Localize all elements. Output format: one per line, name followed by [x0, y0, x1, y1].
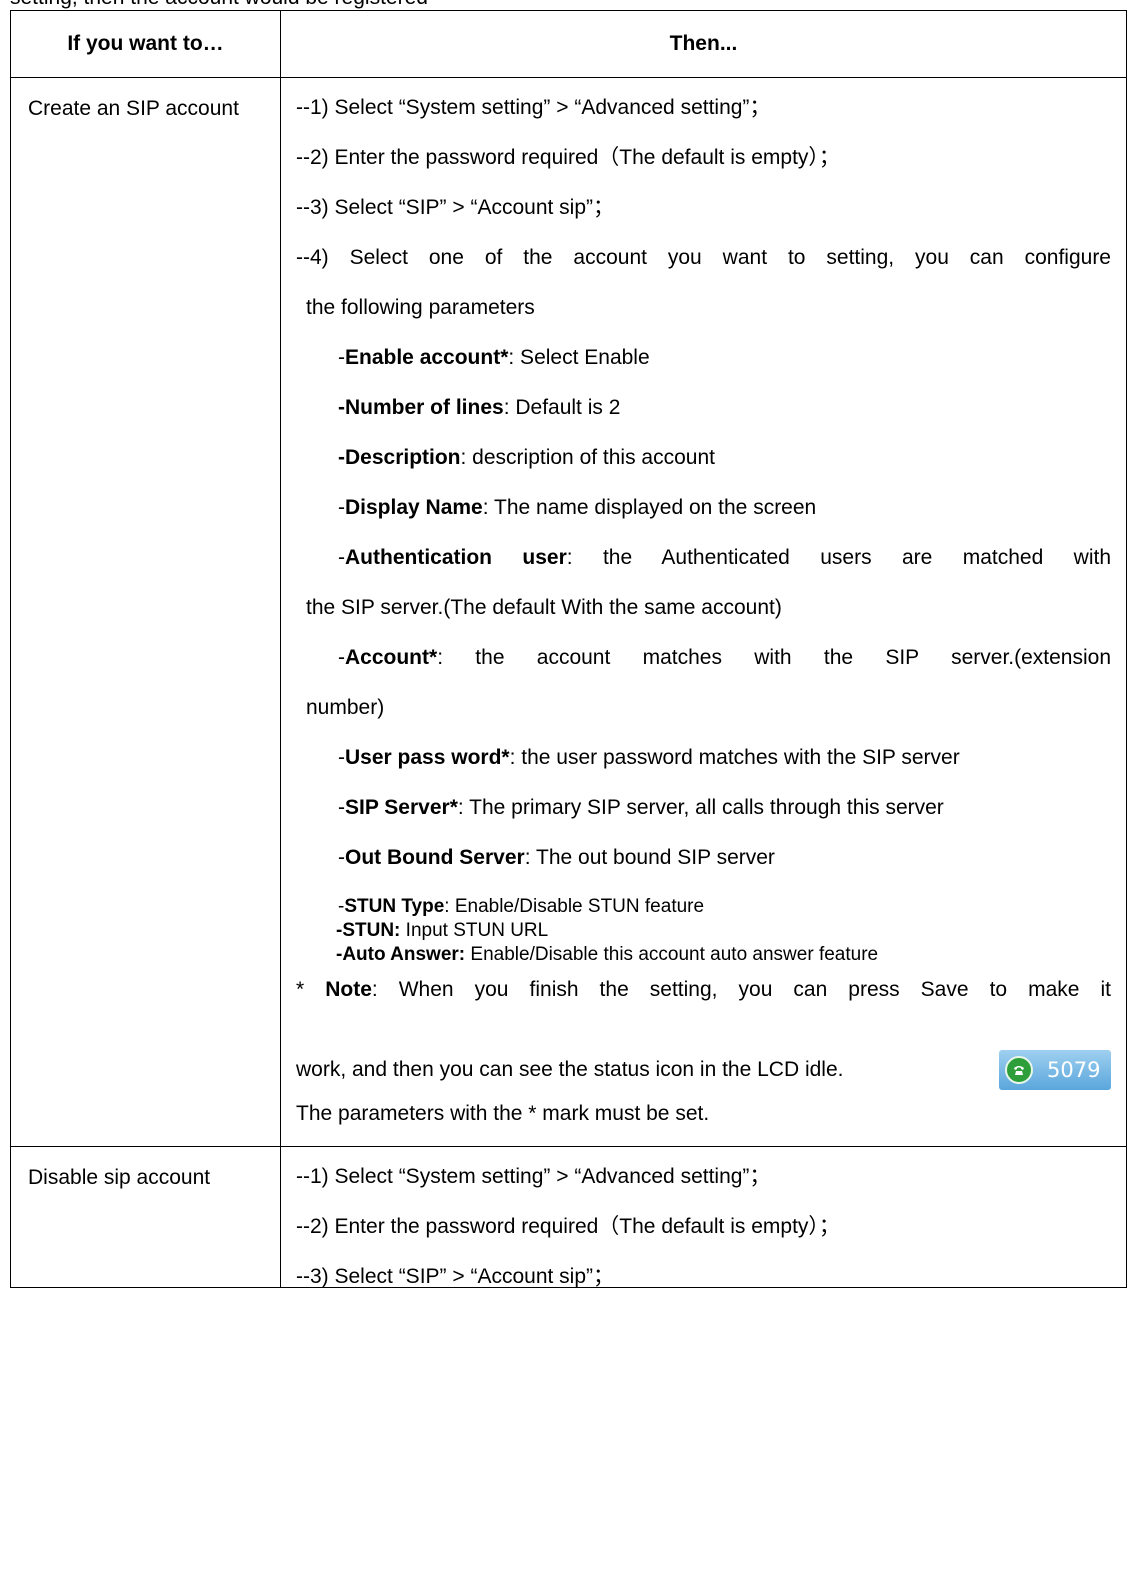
- step-line-continued: the following parameters: [306, 296, 535, 319]
- param-name: STUN Type: [344, 896, 445, 917]
- phone-icon: [1005, 1056, 1033, 1084]
- note-line: The parameters with the * mark must be s…: [296, 1102, 710, 1125]
- row-action-cell: Create an SIP account: [10, 77, 281, 1147]
- param-name: Out Bound Server: [345, 846, 525, 869]
- lcd-status-indicator: 5079: [999, 1050, 1111, 1090]
- param-name: -Number of lines: [338, 396, 504, 419]
- param-line: -STUN: Input STUN URL: [336, 920, 549, 941]
- row-steps-cell: --1) Select “System setting” > “Advanced…: [280, 1146, 1127, 1288]
- param-line-continued: the SIP server.(The default With the sam…: [306, 596, 782, 619]
- status-account-number: 5079: [1047, 1058, 1101, 1082]
- note-label: Note: [325, 978, 372, 1001]
- table-row: Disable sip account --1) Select “System …: [10, 1146, 1127, 1288]
- param-line: -Display Name: The name displayed on the…: [338, 496, 817, 519]
- row-action-cell: Disable sip account: [10, 1146, 281, 1288]
- param-name: Authentication user: [345, 546, 567, 569]
- note-line: * Note: When you finish the setting, you…: [296, 978, 1111, 1001]
- param-line: -Description: description of this accoun…: [338, 446, 715, 469]
- param-line: -Out Bound Server: The out bound SIP ser…: [338, 846, 775, 869]
- param-line-continued: number): [306, 696, 385, 719]
- instruction-table: If you want to… Then... Create an SIP ac…: [10, 10, 1127, 1288]
- step-line: --3) Select “SIP” > “Account sip”；: [296, 196, 615, 219]
- param-line: -Enable account*: Select Enable: [338, 346, 650, 369]
- step-line: --2) Enter the password required（The def…: [296, 1215, 840, 1238]
- param-line: -STUN Type: Enable/Disable STUN feature: [338, 896, 705, 917]
- param-line: -Number of lines: Default is 2: [338, 396, 621, 419]
- header-col-action: If you want to…: [10, 10, 281, 78]
- row-action-label: Create an SIP account: [28, 97, 239, 120]
- step-line: --4) Select one of the account you want …: [296, 246, 1111, 269]
- param-name: Display Name: [345, 496, 483, 519]
- table-row: Create an SIP account --1) Select “Syste…: [10, 77, 1127, 1147]
- param-line: -Auto Answer: Enable/Disable this accoun…: [336, 944, 879, 965]
- step-line: --2) Enter the password required（The def…: [296, 146, 840, 169]
- header-label-action: If you want to…: [67, 32, 224, 55]
- header-label-steps: Then...: [669, 32, 738, 55]
- param-name: -STUN:: [336, 920, 401, 941]
- param-name: Account*: [345, 646, 438, 669]
- param-name: Enable account*: [345, 346, 509, 369]
- param-name: -Auto Answer:: [336, 944, 466, 965]
- table-header-row: If you want to… Then...: [10, 10, 1127, 78]
- param-line: -Authentication user: the Authenticated …: [338, 546, 1111, 569]
- param-line: -SIP Server*: The primary SIP server, al…: [338, 796, 944, 819]
- row-steps-cell: --1) Select “System setting” > “Advanced…: [280, 77, 1127, 1147]
- param-line: -Account*: the account matches with the …: [338, 646, 1111, 669]
- page-top-fragment: setting, then the account would be regis…: [10, 0, 428, 10]
- step-line: --1) Select “System setting” > “Advanced…: [296, 1165, 771, 1188]
- row-action-label: Disable sip account: [28, 1166, 211, 1189]
- header-col-steps: Then...: [280, 10, 1127, 78]
- param-name: SIP Server*: [345, 796, 458, 819]
- step-line: --3) Select “SIP” > “Account sip”；: [296, 1265, 615, 1288]
- param-line: -User pass word*: the user password matc…: [338, 746, 960, 769]
- step-line: --1) Select “System setting” > “Advanced…: [296, 96, 771, 119]
- note-line-continued: work, and then you can see the status ic…: [296, 1020, 1111, 1090]
- param-name: -Description: [338, 446, 461, 469]
- param-name: User pass word*: [345, 746, 510, 769]
